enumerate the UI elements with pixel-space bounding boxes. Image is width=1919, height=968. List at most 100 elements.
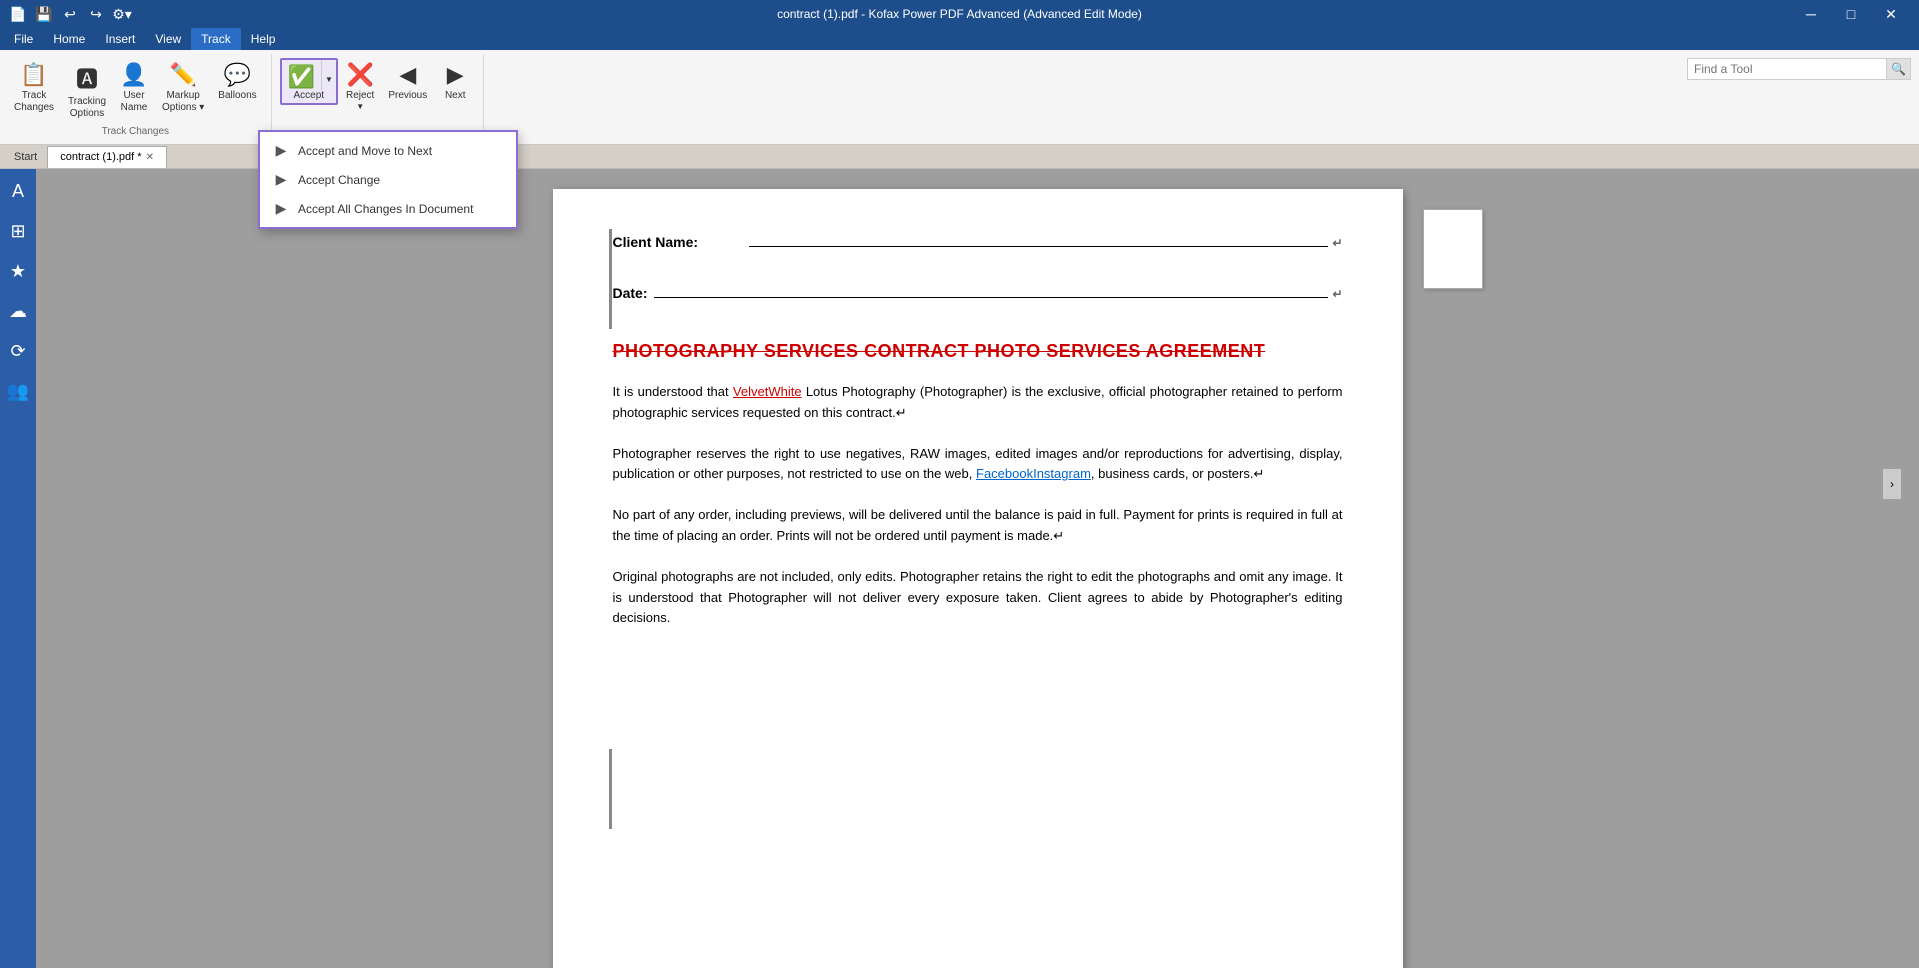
accept-change-item[interactable]: ▶ Accept Change xyxy=(260,165,516,194)
accept-top: ✅ ▼ xyxy=(282,60,336,90)
document-body: It is understood that VelvetWhite Lotus … xyxy=(613,382,1343,629)
doc-para-1: It is understood that VelvetWhite Lotus … xyxy=(613,382,1343,424)
accept-all-icon: ▶ xyxy=(272,200,290,217)
accept-change-icon: ▶ xyxy=(272,171,290,188)
accept-icon-area: ✅ xyxy=(282,60,321,90)
change-bar-1 xyxy=(609,229,612,329)
client-name-underline[interactable] xyxy=(749,229,1329,247)
accept-all-label: Accept All Changes In Document xyxy=(298,202,473,216)
maximize-button[interactable]: □ xyxy=(1831,0,1871,28)
redo-icon[interactable]: ↪ xyxy=(86,4,106,24)
previous-label: Previous xyxy=(388,90,427,102)
tracking-options-label: TrackingOptions xyxy=(68,96,106,120)
client-name-arrow: ↵ xyxy=(1332,236,1342,250)
accept-dropdown-menu: ▶ Accept and Move to Next ▶ Accept Chang… xyxy=(258,130,518,229)
ribbon-buttons-track: 📋 TrackChanges 🅰 TrackingOptions 👤 UserN… xyxy=(8,58,263,124)
sidebar-cloud-icon[interactable]: ☁ xyxy=(4,297,32,325)
accept-move-next-label: Accept and Move to Next xyxy=(298,144,432,158)
date-field: Date: ↵ xyxy=(613,280,1343,301)
velvet-white-link[interactable]: VelvetWhite xyxy=(733,384,802,399)
ribbon-buttons-changes: ✅ ▼ Accept ❌ Reject ▼ ◀ Previous xyxy=(280,58,476,115)
user-name-button[interactable]: 👤 UserName xyxy=(114,58,154,118)
accept-icon: ✅ xyxy=(288,64,315,90)
accept-arrow-icon: ▼ xyxy=(325,75,333,84)
left-sidebar: A ⊞ ★ ☁ ⟳ 👥 xyxy=(0,169,36,968)
next-icon: ▶ xyxy=(447,62,464,88)
menu-bar: File Home Insert View Track Help xyxy=(0,28,1919,50)
reject-button[interactable]: ❌ Reject ▼ xyxy=(340,58,380,115)
reject-arrow: ▼ xyxy=(356,102,364,111)
tab-start-label: Start xyxy=(4,149,47,165)
undo-icon[interactable]: ↩ xyxy=(60,4,80,24)
change-bar-2 xyxy=(609,749,612,829)
page-thumbnail xyxy=(1423,209,1483,289)
track-changes-label: TrackChanges xyxy=(14,90,54,114)
markup-options-icon: ✏️ xyxy=(169,62,196,88)
date-arrow: ↵ xyxy=(1332,287,1342,301)
doc-para-4: Original photographs are not included, o… xyxy=(613,567,1343,629)
find-tool-input[interactable] xyxy=(1687,58,1887,80)
sidebar-bookmarks-icon[interactable]: ★ xyxy=(4,257,32,285)
menu-view[interactable]: View xyxy=(145,28,191,50)
ribbon-group-track-changes: 📋 TrackChanges 🅰 TrackingOptions 👤 UserN… xyxy=(0,54,272,141)
previous-icon: ◀ xyxy=(399,62,416,88)
next-button[interactable]: ▶ Next xyxy=(435,58,475,106)
menu-file[interactable]: File xyxy=(4,28,43,50)
date-underline[interactable] xyxy=(654,280,1329,298)
date-label: Date: xyxy=(613,285,648,301)
menu-home[interactable]: Home xyxy=(43,28,95,50)
document-page: Client Name: ↵ Date: ↵ PHOTOGRAPHY SERVI… xyxy=(553,189,1403,968)
doc-para-3: No part of any order, including previews… xyxy=(613,505,1343,547)
accept-move-next-item[interactable]: ▶ Accept and Move to Next xyxy=(260,136,516,165)
tab-close-button[interactable]: ✕ xyxy=(146,152,154,163)
ribbon-group-changes: ✅ ▼ Accept ❌ Reject ▼ ◀ Previous xyxy=(272,54,485,140)
document-tab-label: contract (1).pdf * xyxy=(60,151,141,163)
reject-label: Reject xyxy=(346,90,374,102)
document-title: PHOTOGRAPHY SERVICES CONTRACT PHOTO SERV… xyxy=(613,341,1343,362)
sidebar-sync-icon[interactable]: ⟳ xyxy=(4,337,32,365)
tracking-options-icon: 🅰 xyxy=(76,62,98,94)
sidebar-text-icon[interactable]: A xyxy=(4,177,32,205)
tracking-options-button[interactable]: 🅰 TrackingOptions xyxy=(62,58,112,124)
find-tool-area: 🔍 xyxy=(1679,54,1919,84)
document-tab[interactable]: contract (1).pdf * ✕ xyxy=(47,146,167,168)
customize-icon[interactable]: ⚙▾ xyxy=(112,4,132,24)
accept-wrap: ✅ ▼ Accept xyxy=(280,58,338,105)
track-changes-button[interactable]: 📋 TrackChanges xyxy=(8,58,60,118)
document-area[interactable]: › Client Name: ↵ Date: ↵ PHOTOGRAPHY SER… xyxy=(36,169,1919,968)
reject-icon: ❌ xyxy=(346,62,373,88)
main-area: A ⊞ ★ ☁ ⟳ 👥 › Client Name: ↵ Date: xyxy=(0,169,1919,968)
right-edge-arrow[interactable]: › xyxy=(1883,469,1901,499)
track-changes-icon: 📋 xyxy=(20,62,47,88)
menu-insert[interactable]: Insert xyxy=(95,28,145,50)
balloons-label: Balloons xyxy=(218,90,256,102)
user-name-icon: 👤 xyxy=(120,62,147,88)
menu-track[interactable]: Track xyxy=(191,28,241,50)
balloons-icon: 💬 xyxy=(224,62,251,88)
user-name-label: UserName xyxy=(121,90,148,114)
minimize-button[interactable]: ─ xyxy=(1791,0,1831,28)
accept-label[interactable]: Accept xyxy=(282,90,336,103)
accept-move-next-icon: ▶ xyxy=(272,142,290,159)
find-search-button[interactable]: 🔍 xyxy=(1887,58,1911,80)
accept-dropdown-arrow[interactable]: ▼ xyxy=(321,60,336,90)
next-label: Next xyxy=(445,90,466,102)
close-button[interactable]: ✕ xyxy=(1871,0,1911,28)
save-icon[interactable]: 💾 xyxy=(34,4,54,24)
accept-all-item[interactable]: ▶ Accept All Changes In Document xyxy=(260,194,516,223)
sidebar-people-icon[interactable]: 👥 xyxy=(4,377,32,405)
facebook-instagram-link[interactable]: FacebookInstagram xyxy=(976,466,1091,481)
markup-options-label: MarkupOptions ▾ xyxy=(162,90,204,114)
accept-change-label: Accept Change xyxy=(298,173,380,187)
window-title: contract (1).pdf - Kofax Power PDF Advan… xyxy=(0,7,1919,21)
sidebar-pages-icon[interactable]: ⊞ xyxy=(4,217,32,245)
markup-options-button[interactable]: ✏️ MarkupOptions ▾ xyxy=(156,58,210,118)
doc-para-2: Photographer reserves the right to use n… xyxy=(613,444,1343,486)
title-bar: 📄 💾 ↩ ↪ ⚙▾ contract (1).pdf - Kofax Powe… xyxy=(0,0,1919,28)
balloons-button[interactable]: 💬 Balloons xyxy=(212,58,262,106)
title-bar-left: 📄 💾 ↩ ↪ ⚙▾ xyxy=(8,4,132,24)
menu-help[interactable]: Help xyxy=(241,28,286,50)
previous-button[interactable]: ◀ Previous xyxy=(382,58,433,106)
app-icon: 📄 xyxy=(8,4,28,24)
client-name-field: Client Name: ↵ xyxy=(613,229,1343,250)
